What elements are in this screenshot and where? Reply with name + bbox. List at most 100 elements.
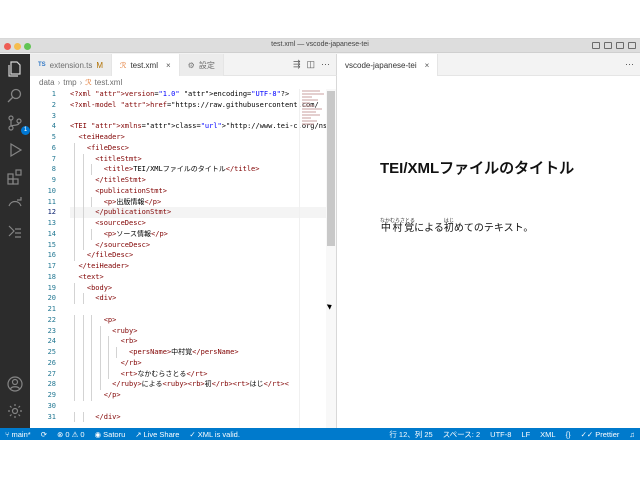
open-preview-icon[interactable]: ⇶	[293, 59, 301, 70]
indentation[interactable]: スペース: 2	[438, 429, 485, 440]
split-editor-icon[interactable]: ◫	[306, 59, 315, 70]
prettier-status[interactable]: ✓✓ Prettier	[576, 429, 625, 440]
branch-status[interactable]: ⑂ main*	[0, 430, 36, 439]
line-number: 31	[47, 412, 56, 421]
sync-icon[interactable]: ⟳	[36, 430, 52, 439]
notifications-bell-icon[interactable]: ♫	[624, 429, 640, 440]
extensions-icon[interactable]	[6, 168, 24, 186]
modified-indicator: M	[96, 60, 104, 70]
live-share-icon: ↗	[135, 430, 142, 439]
code-line[interactable]: <ruby>	[70, 325, 330, 337]
output-panel-icon[interactable]	[6, 222, 24, 240]
code-lines[interactable]: <?xml "attr">version="1.0" "attr">encodi…	[70, 89, 330, 423]
line-number: 8	[51, 165, 56, 174]
code-line[interactable]: <p>ソース情報</p>	[70, 228, 330, 240]
code-line[interactable]: </fileDesc>	[70, 250, 330, 261]
window-title: test.xml — vscode-japanese-tei	[271, 41, 369, 48]
remote-explorer-icon[interactable]	[6, 195, 24, 213]
tab-test-xml[interactable]: ℛ test.xml ×	[112, 54, 180, 76]
code-line[interactable]: <?xml "attr">version="1.0" "attr">encodi…	[70, 89, 330, 100]
code-line[interactable]: <div>	[70, 293, 330, 304]
code-line[interactable]: <text>	[70, 272, 330, 283]
end-of-line[interactable]: LF	[516, 429, 535, 440]
cursor-position[interactable]: 行 12、列 25	[384, 429, 437, 440]
code-line[interactable]: </div>	[70, 411, 330, 423]
code-line[interactable]: <TEI "attr">xmlns="attr">class="url">"ht…	[70, 121, 330, 132]
code-line[interactable]: <fileDesc>	[70, 142, 330, 154]
first-reading: はじ	[443, 218, 454, 224]
account-icon: ◉	[94, 430, 102, 439]
toggle-sidebar-icon[interactable]	[592, 42, 600, 49]
status-right: 行 12、列 25 スペース: 2 UTF-8 LF XML {} ✓✓ Pret…	[384, 429, 640, 440]
code-line[interactable]: </ruby>による<ruby><rb>初</rb><rt>はじ</rt><	[70, 379, 330, 390]
encoding[interactable]: UTF-8	[485, 429, 516, 440]
toggle-panel-icon[interactable]	[604, 42, 612, 49]
code-line[interactable]: <p>	[70, 314, 330, 326]
code-line[interactable]: </rb>	[70, 357, 330, 369]
code-line[interactable]: <teiHeader>	[70, 132, 330, 143]
live-share-status[interactable]: ↗ Live Share	[130, 430, 184, 439]
code-line[interactable]: <titleStmt>	[70, 153, 330, 165]
tab-settings[interactable]: ⚙ 設定	[179, 54, 224, 76]
tab-preview[interactable]: vscode-japanese-tei ×	[337, 54, 439, 76]
code-line[interactable]	[70, 111, 330, 122]
code-line[interactable]: </sourceDesc>	[70, 239, 330, 251]
editor-scrollbar[interactable]	[326, 89, 336, 428]
activity-bar: 1	[0, 54, 30, 428]
code-line[interactable]: </publicationStmt>	[70, 207, 330, 218]
tab-extension-ts[interactable]: TS extension.ts M	[30, 54, 113, 76]
code-line[interactable]: <rb>	[70, 336, 330, 347]
language-mode[interactable]: XML	[535, 429, 560, 440]
breadcrumb: data › tmp › ℛ test.xml	[30, 76, 336, 89]
customize-layout-icon[interactable]	[628, 42, 636, 49]
line-number: 22	[47, 315, 56, 324]
code-line[interactable]: <persName>中村覚</persName>	[70, 347, 330, 358]
breadcrumb-item[interactable]: data	[39, 78, 55, 87]
more-actions-icon[interactable]: ⋯	[321, 59, 330, 70]
name-base: 中村覚	[380, 223, 415, 234]
code-editor[interactable]: 1 2 3 4 5 6 7 8 9 10 11 12 13 14 15 16 17 18 19 20 21 22 23 24 2…	[30, 89, 336, 428]
line-number: 25	[47, 348, 56, 356]
user-status[interactable]: ◉ Satoru	[90, 430, 131, 439]
code-line[interactable]: <p>出版情報</p>	[70, 196, 330, 208]
minimap[interactable]	[299, 89, 326, 428]
code-line[interactable]: <body>	[70, 282, 330, 294]
breadcrumb-item[interactable]: tmp	[63, 78, 76, 87]
code-line[interactable]: <sourceDesc>	[70, 218, 330, 229]
search-icon[interactable]	[6, 87, 24, 105]
problems-status[interactable]: ⊗ 0 ⚠ 0	[52, 430, 90, 439]
source-control-icon[interactable]: 1	[6, 114, 30, 135]
chevron-right-icon: ›	[57, 78, 61, 87]
run-debug-icon[interactable]	[6, 141, 24, 159]
line-number: 5	[51, 133, 56, 141]
line-number: 16	[47, 251, 56, 260]
branch-icon: ⑂	[5, 430, 10, 439]
close-tab-icon[interactable]: ×	[166, 61, 171, 70]
breadcrumb-item[interactable]: test.xml	[95, 78, 123, 87]
code-line[interactable]: </teiHeader>	[70, 261, 330, 272]
more-actions-icon[interactable]: ⋯	[625, 59, 634, 70]
close-tab-icon[interactable]: ×	[425, 61, 430, 70]
code-line[interactable]: <rt>なかむらさとる</rt>	[70, 368, 330, 380]
typescript-icon: TS	[38, 62, 46, 68]
live-share-label: Live Share	[143, 430, 180, 439]
code-line[interactable]	[70, 304, 330, 315]
line-number: 30	[47, 401, 56, 410]
account-icon[interactable]	[6, 375, 24, 393]
formatter-icon[interactable]: {}	[561, 429, 576, 440]
manage-gear-icon[interactable]	[6, 402, 24, 420]
line-number: 3	[51, 111, 56, 120]
code-line[interactable]: <title>TEI/XMLファイルのタイトル</title>	[70, 164, 330, 175]
line-number: 28	[47, 380, 56, 389]
scrollbar-thumb[interactable]	[327, 91, 335, 246]
xml-validity-status[interactable]: ✓ XML is valid.	[184, 430, 245, 439]
line-number: 6	[51, 143, 56, 152]
code-line[interactable]: <publicationStmt>	[70, 185, 330, 197]
code-line[interactable]: </p>	[70, 390, 330, 401]
line-number: 23	[47, 326, 56, 335]
code-line[interactable]: <?xml-model "attr">href="https://raw.git…	[70, 100, 330, 111]
code-line[interactable]	[70, 401, 330, 412]
explorer-icon[interactable]	[6, 60, 24, 78]
toggle-secondary-sidebar-icon[interactable]	[616, 42, 624, 49]
code-line[interactable]: </titleStmt>	[70, 175, 330, 186]
